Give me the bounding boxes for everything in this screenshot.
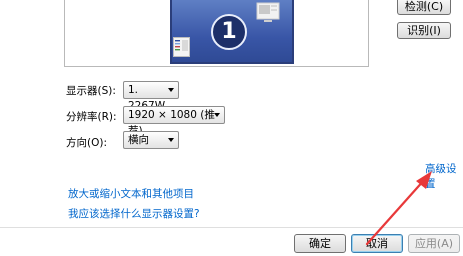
display-label: 显示器(S):	[66, 85, 116, 97]
screen-preview-icon	[256, 2, 280, 22]
windows-preview-icon	[173, 37, 190, 57]
resolution-label: 分辨率(R):	[66, 111, 117, 123]
chevron-down-icon	[214, 113, 220, 117]
display-settings-help-link[interactable]: 我应该选择什么显示器设置?	[68, 206, 200, 221]
orientation-label: 方向(O):	[66, 137, 107, 149]
advanced-settings-link[interactable]: 高级设置	[425, 161, 463, 191]
ok-button[interactable]: 确定	[294, 234, 346, 253]
display-select[interactable]: 1. 2267W	[123, 81, 179, 112]
footer-divider	[0, 227, 463, 228]
cancel-button[interactable]: 取消	[351, 234, 403, 253]
chevron-down-icon	[168, 138, 174, 142]
text-size-link[interactable]: 放大或缩小文本和其他项目	[68, 186, 194, 201]
monitor-number-badge: 1	[211, 14, 247, 50]
resolution-select[interactable]: 1920 × 1080 (推荐)	[123, 106, 225, 137]
identify-button[interactable]: 识别(I)	[397, 22, 451, 39]
orientation-select-value: 横向	[128, 134, 149, 146]
detect-button[interactable]: 检测(C)	[397, 0, 451, 15]
apply-button[interactable]: 应用(A)	[408, 234, 460, 253]
orientation-select[interactable]: 横向	[123, 131, 179, 149]
chevron-down-icon	[168, 88, 174, 92]
